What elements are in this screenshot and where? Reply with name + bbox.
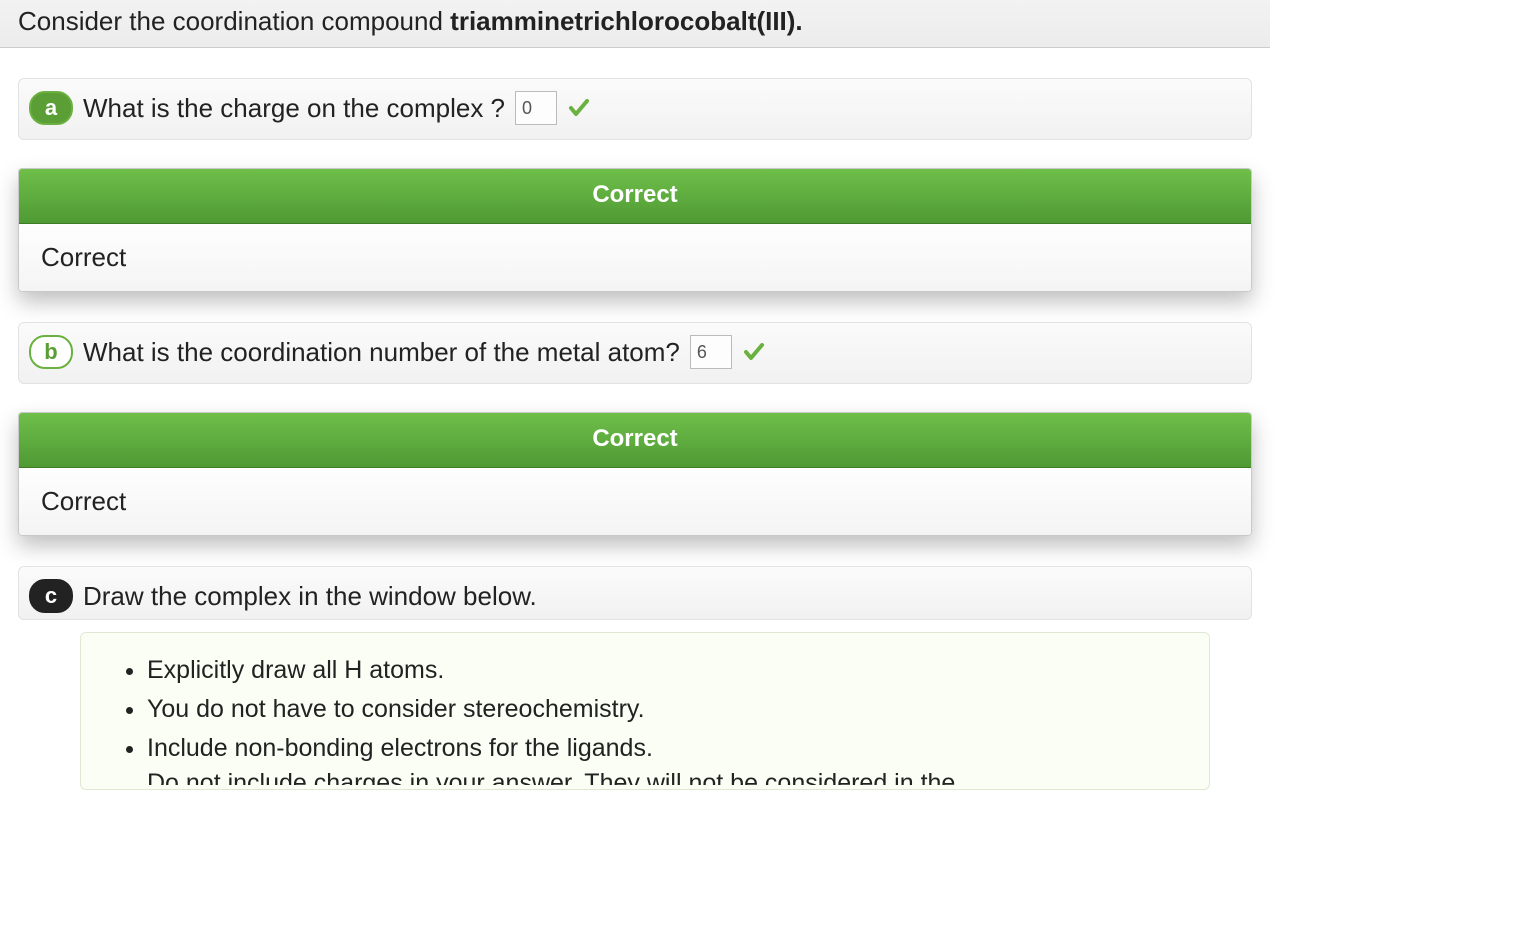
instruction-item: You do not have to consider stereochemis… <box>147 690 1179 729</box>
checkmark-icon <box>567 96 591 120</box>
instruction-cutoff: Do not include charges in your answer. T… <box>111 769 1179 785</box>
part-b-feedback: Correct Correct <box>18 412 1252 536</box>
part-b-badge: b <box>29 335 73 369</box>
part-a-feedback: Correct Correct <box>18 168 1252 292</box>
part-b-question: What is the coordination number of the m… <box>83 337 680 368</box>
part-c-badge: c <box>29 579 73 613</box>
part-b-block: b What is the coordination number of the… <box>18 322 1252 384</box>
part-a-block: a What is the charge on the complex ? <box>18 78 1252 140</box>
checkmark-icon <box>742 340 766 364</box>
part-b-answer-input[interactable] <box>690 335 732 369</box>
question-header: Consider the coordination compound triam… <box>0 0 1270 48</box>
part-a-question: What is the charge on the complex ? <box>83 93 505 124</box>
part-c-question: Draw the complex in the window below. <box>83 581 537 612</box>
feedback-header: Correct <box>19 169 1251 224</box>
part-c-block: c Draw the complex in the window below. <box>18 566 1252 620</box>
feedback-body: Correct <box>19 224 1251 291</box>
header-prefix: Consider the coordination compound <box>18 6 450 36</box>
feedback-body: Correct <box>19 468 1251 535</box>
compound-name: triamminetrichlorocobalt(III). <box>450 6 803 36</box>
part-c-instructions: Explicitly draw all H atoms. You do not … <box>80 632 1210 790</box>
instruction-item: Include non-bonding electrons for the li… <box>147 729 1179 768</box>
part-a-badge: a <box>29 91 73 125</box>
feedback-header: Correct <box>19 413 1251 468</box>
part-a-answer-input[interactable] <box>515 91 557 125</box>
instruction-item: Explicitly draw all H atoms. <box>147 651 1179 690</box>
